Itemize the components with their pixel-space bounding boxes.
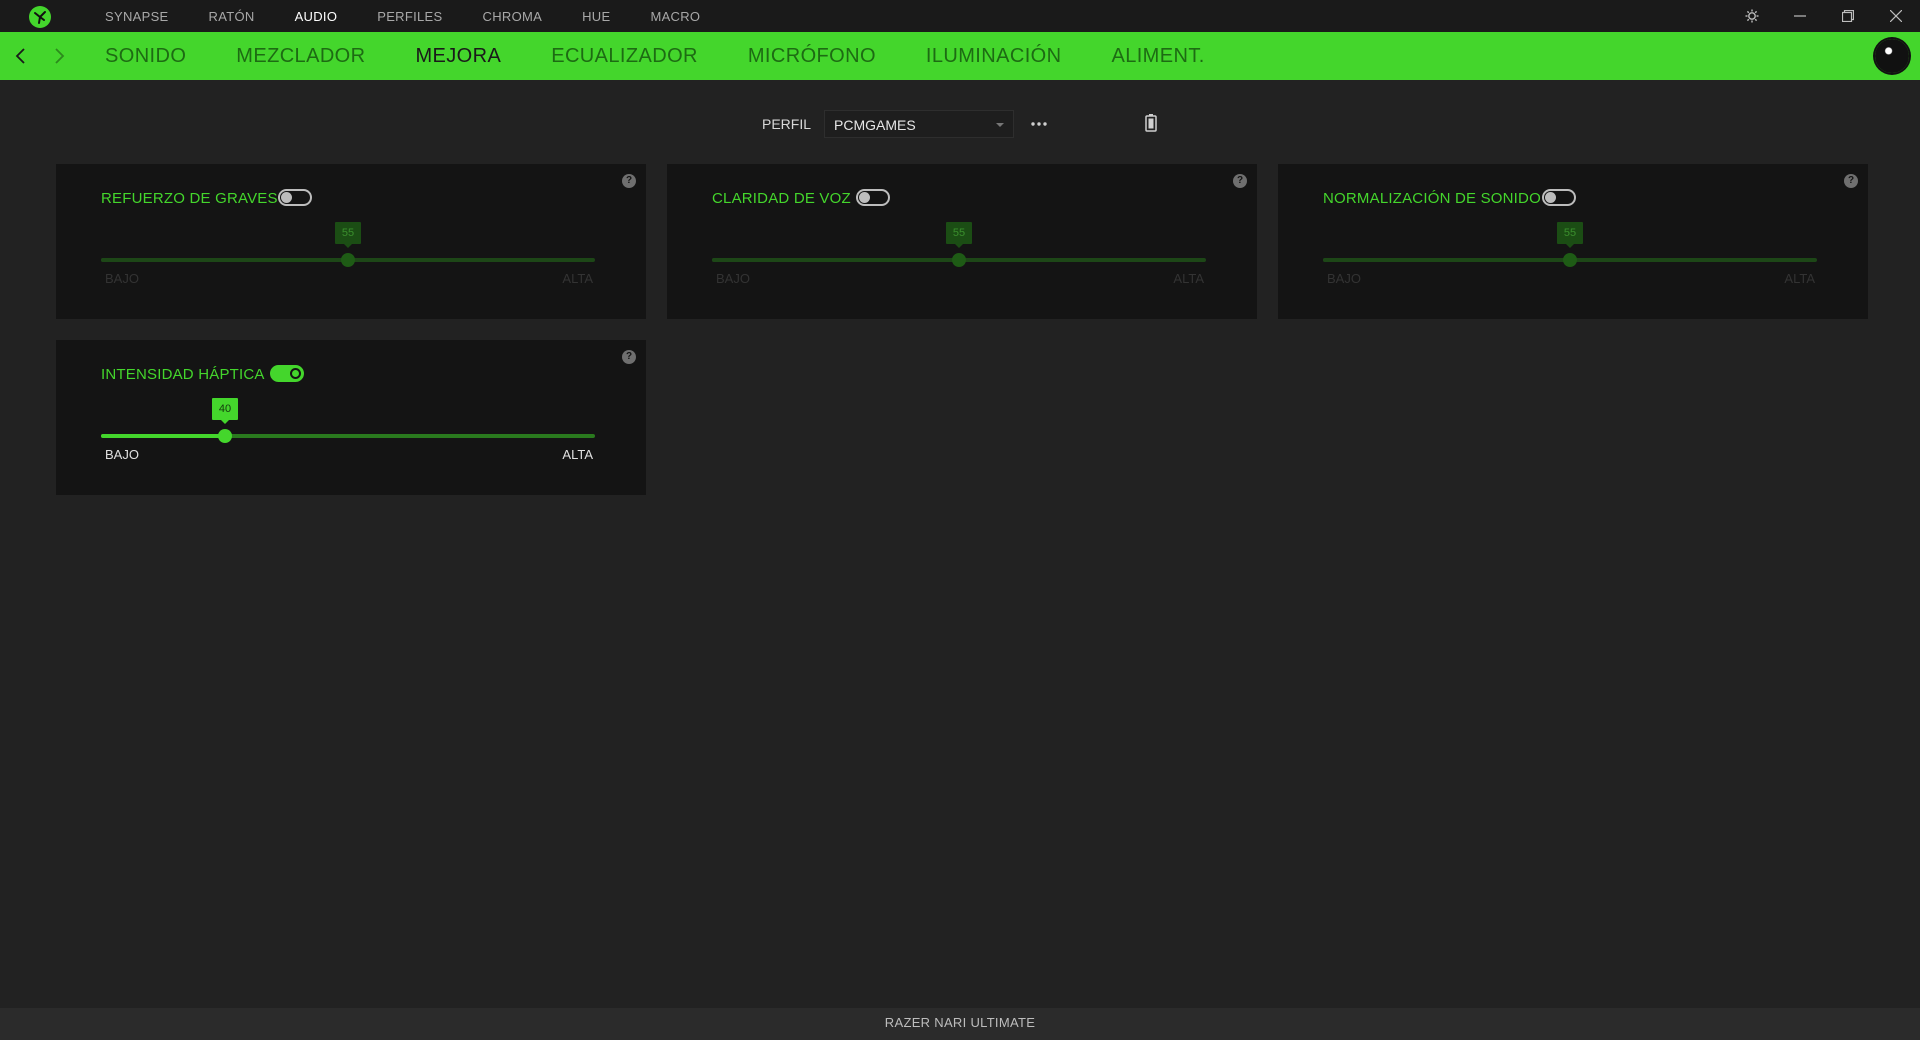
- toggle-knob: [281, 192, 292, 203]
- battery-icon: [1145, 114, 1157, 132]
- slider-low-label: BAJO: [1327, 271, 1361, 286]
- toggle-knob: [859, 192, 870, 203]
- top-nav: SYNAPSE RATÓN AUDIO PERFILES CHROMA HUE …: [105, 0, 740, 32]
- tab-mezclador[interactable]: MEZCLADOR: [236, 45, 365, 68]
- slider-fill: [712, 258, 959, 262]
- help-icon[interactable]: ?: [622, 350, 636, 364]
- topnav-synapse[interactable]: SYNAPSE: [105, 9, 169, 24]
- voice-clarity-toggle[interactable]: [856, 189, 890, 206]
- tab-aliment[interactable]: ALIMENT.: [1111, 45, 1204, 68]
- profile-selected-value: PCMGAMES: [834, 117, 916, 133]
- forward-arrow-icon[interactable]: [47, 44, 71, 68]
- topnav-hue[interactable]: HUE: [582, 9, 610, 24]
- card-title: CLARIDAD DE VOZ: [712, 190, 851, 207]
- razer-logo-icon[interactable]: [28, 5, 52, 29]
- sound-normalization-card: ? NORMALIZACIÓN DE SONIDO 55 BAJO ALTA: [1278, 164, 1868, 319]
- voice-clarity-slider[interactable]: 55: [712, 222, 1206, 267]
- card-title: NORMALIZACIÓN DE SONIDO: [1323, 190, 1541, 207]
- slider-thumb[interactable]: [341, 253, 355, 267]
- haptic-intensity-slider[interactable]: 40: [101, 398, 595, 443]
- topnav-raton[interactable]: RATÓN: [209, 9, 255, 24]
- more-options-icon[interactable]: [1028, 114, 1050, 134]
- slider-high-label: ALTA: [1173, 271, 1204, 286]
- slider-fill: [101, 434, 225, 438]
- bass-boost-card: ? REFUERZO DE GRAVES 55 BAJO ALTA: [56, 164, 646, 319]
- help-icon[interactable]: ?: [622, 174, 636, 188]
- haptic-intensity-card: ? INTENSIDAD HÁPTICA 40 BAJO ALTA: [56, 340, 646, 495]
- slider-low-label: BAJO: [105, 447, 139, 462]
- help-icon[interactable]: ?: [1233, 174, 1247, 188]
- topnav-chroma[interactable]: CHROMA: [483, 9, 543, 24]
- bass-boost-slider[interactable]: 55: [101, 222, 595, 267]
- topnav-macro[interactable]: MACRO: [650, 9, 700, 24]
- topnav-audio[interactable]: AUDIO: [295, 9, 338, 24]
- slider-low-label: BAJO: [716, 271, 750, 286]
- minimize-button[interactable]: [1776, 0, 1824, 32]
- maximize-button[interactable]: [1824, 0, 1872, 32]
- device-footer: RAZER NARI ULTIMATE: [0, 1008, 1920, 1040]
- profile-dropdown[interactable]: PCMGAMES: [824, 110, 1014, 138]
- tab-sonido[interactable]: SONIDO: [105, 45, 186, 68]
- device-avatar[interactable]: [1875, 39, 1909, 73]
- settings-button[interactable]: [1728, 0, 1776, 32]
- close-icon: [1890, 10, 1902, 22]
- slider-high-label: ALTA: [562, 447, 593, 462]
- close-button[interactable]: [1872, 0, 1920, 32]
- card-title: REFUERZO DE GRAVES: [101, 190, 278, 207]
- chevron-down-icon: [996, 123, 1004, 127]
- maximize-icon: [1842, 10, 1854, 22]
- slider-high-label: ALTA: [562, 271, 593, 286]
- slider-thumb[interactable]: [218, 429, 232, 443]
- voice-clarity-card: ? CLARIDAD DE VOZ 55 BAJO ALTA: [667, 164, 1257, 319]
- title-bar: SYNAPSE RATÓN AUDIO PERFILES CHROMA HUE …: [0, 0, 1920, 32]
- profile-label: PERFIL: [762, 116, 812, 132]
- slider-fill: [1323, 258, 1570, 262]
- slider-value: 40: [212, 398, 238, 424]
- slider-high-label: ALTA: [1784, 271, 1815, 286]
- sound-normalization-slider[interactable]: 55: [1323, 222, 1817, 267]
- toggle-knob: [1545, 192, 1556, 203]
- card-title: INTENSIDAD HÁPTICA: [101, 366, 265, 383]
- slider-value: 55: [1557, 222, 1583, 248]
- slider-value: 55: [335, 222, 361, 248]
- tab-mejora[interactable]: MEJORA: [415, 45, 501, 68]
- help-icon[interactable]: ?: [1844, 174, 1858, 188]
- slider-fill: [101, 258, 348, 262]
- device-name: RAZER NARI ULTIMATE: [884, 1015, 1036, 1030]
- minimize-icon: [1794, 15, 1806, 17]
- slider-value: 55: [946, 222, 972, 248]
- settings-icon: [1745, 9, 1759, 23]
- bass-boost-toggle[interactable]: [278, 189, 312, 206]
- back-arrow-icon[interactable]: [9, 44, 33, 68]
- sub-nav: SONIDO MEZCLADOR MEJORA ECUALIZADOR MICR…: [0, 32, 1920, 80]
- sound-normalization-toggle[interactable]: [1542, 189, 1576, 206]
- tab-ecualizador[interactable]: ECUALIZADOR: [551, 45, 698, 68]
- slider-thumb[interactable]: [1563, 253, 1577, 267]
- tab-iluminacion[interactable]: ILUMINACIÓN: [926, 45, 1062, 68]
- topnav-perfiles[interactable]: PERFILES: [377, 9, 442, 24]
- haptic-intensity-toggle[interactable]: [270, 365, 304, 382]
- slider-low-label: BAJO: [105, 271, 139, 286]
- toggle-knob: [290, 368, 301, 379]
- slider-thumb[interactable]: [952, 253, 966, 267]
- sub-tabs: SONIDO MEZCLADOR MEJORA ECUALIZADOR MICR…: [105, 32, 1255, 80]
- tab-microfono[interactable]: MICRÓFONO: [748, 45, 876, 68]
